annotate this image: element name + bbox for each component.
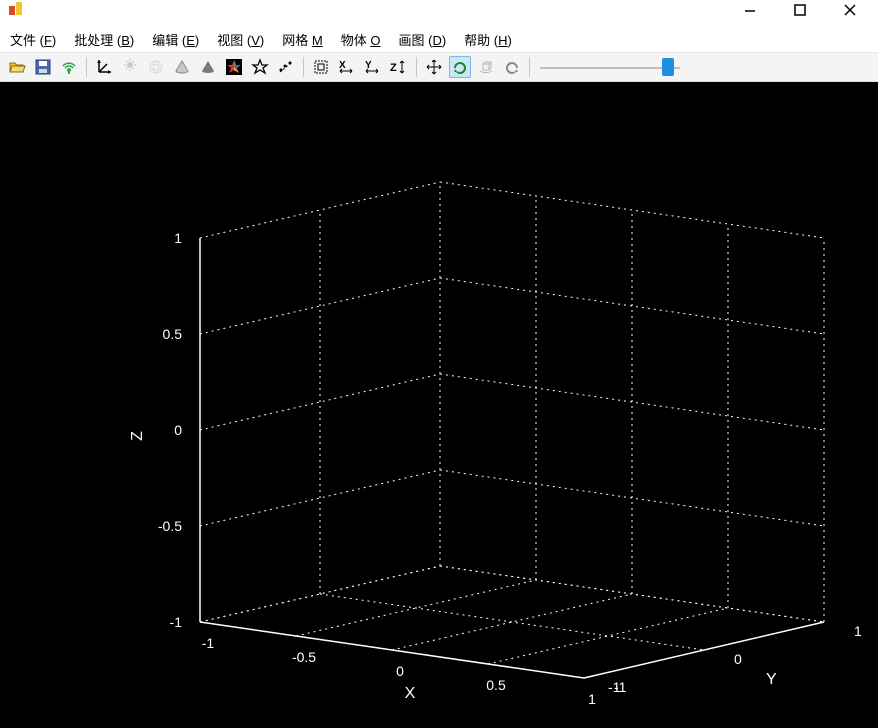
slider-thumb[interactable] [662,58,674,76]
broadcast-icon[interactable] [58,56,80,78]
separator [303,57,304,77]
svg-text:1: 1 [174,230,182,246]
svg-text:0: 0 [734,651,742,667]
menu-file[interactable]: 文件 (F) [10,30,56,49]
x-axis-icon[interactable]: X [336,56,358,78]
close-button[interactable] [840,0,860,20]
svg-text:Z: Z [390,62,397,74]
shade-cone-icon[interactable] [171,56,193,78]
svg-text:-0.5: -0.5 [158,518,182,534]
titlebar [0,0,878,26]
svg-text:0.5: 0.5 [486,677,506,693]
app-icon [8,0,24,16]
open-icon[interactable] [6,56,28,78]
toolbar: X Y Z [0,52,878,82]
menu-object[interactable]: 物体 O [341,30,381,49]
menu-view[interactable]: 视图 (V) [217,30,264,49]
star-outline-icon[interactable] [249,56,271,78]
svg-text:0.5: 0.5 [163,326,183,342]
color-star-icon[interactable] [223,56,245,78]
svg-text:1: 1 [854,623,862,639]
svg-text:X: X [339,60,346,71]
svg-text:Y: Y [365,60,372,71]
menu-edit[interactable]: 编辑 (E) [152,30,199,49]
y-axis-icon[interactable]: Y [362,56,384,78]
minimize-button[interactable] [740,0,760,20]
svg-text:Z: Z [129,431,146,441]
3d-axes-scene: -1-0.500.51-101-1-0.500.51-1XYZ [0,82,878,728]
rotate-cube-icon[interactable] [475,56,497,78]
svg-text:-1: -1 [202,635,215,651]
svg-text:X: X [405,685,416,702]
z-axis-icon[interactable]: Z [388,56,410,78]
move-icon[interactable] [423,56,445,78]
menu-help[interactable]: 帮助 (H) [464,30,512,49]
menu-mesh[interactable]: 网格 M [282,30,322,49]
menu-batch[interactable]: 批处理 (B) [74,30,134,49]
svg-text:Y: Y [766,671,777,688]
menu-draw[interactable]: 画图 (D) [398,30,446,49]
svg-text:-1: -1 [170,614,183,630]
rotate-icon[interactable] [449,56,471,78]
undo-icon[interactable] [501,56,523,78]
separator [529,57,530,77]
light-icon[interactable] [119,56,141,78]
separator [416,57,417,77]
save-icon[interactable] [32,56,54,78]
svg-text:0: 0 [174,422,182,438]
svg-text:0: 0 [396,663,404,679]
solid-cone-icon[interactable] [197,56,219,78]
slider-track [540,67,680,69]
svg-text:1: 1 [588,691,596,707]
svg-text:-1: -1 [608,679,621,695]
maximize-button[interactable] [790,0,810,20]
menubar: 文件 (F) 批处理 (B) 编辑 (E) 视图 (V) 网格 M 物体 O 画… [0,26,878,52]
axes-icon[interactable] [93,56,115,78]
zoom-slider[interactable] [540,56,680,78]
scatter-line-icon[interactable] [275,56,297,78]
3d-viewport[interactable]: -1-0.500.51-101-1-0.500.51-1XYZ [0,82,878,728]
svg-text:-0.5: -0.5 [292,649,316,665]
wireframe-icon[interactable] [145,56,167,78]
bbox-icon[interactable] [310,56,332,78]
separator [86,57,87,77]
